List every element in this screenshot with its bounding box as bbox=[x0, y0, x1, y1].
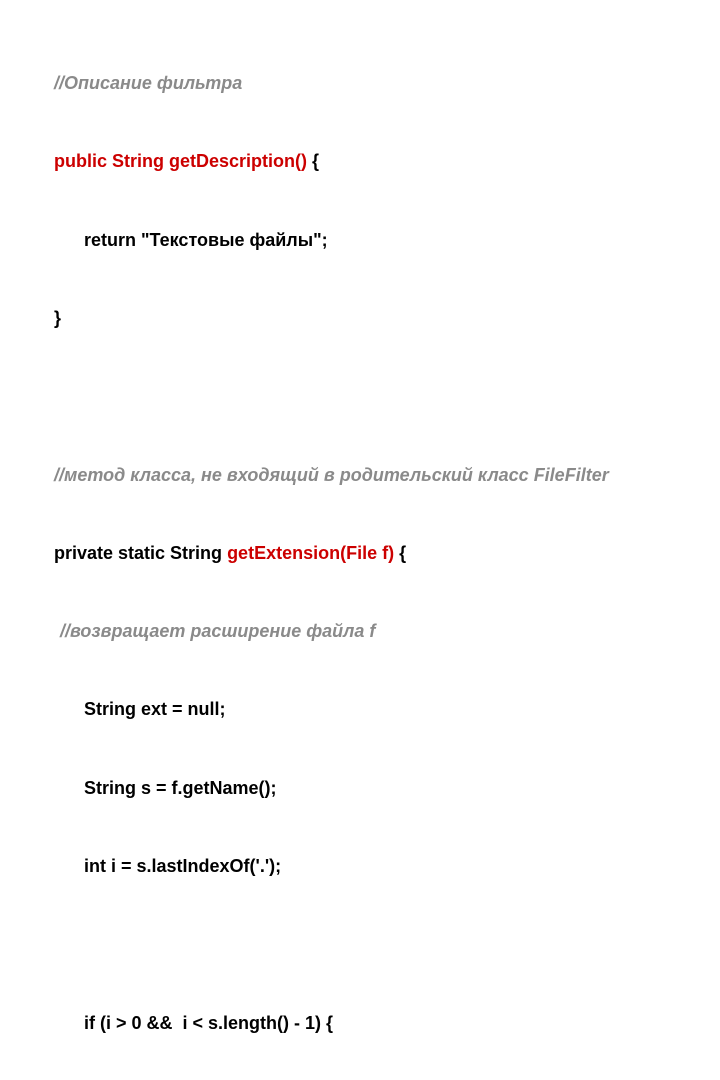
code-text: String s = f.getName(); bbox=[84, 778, 277, 798]
code-text: int i = s.lastIndexOf('.'); bbox=[84, 856, 281, 876]
method-name: getExtension(File f) bbox=[227, 543, 394, 563]
brace: } bbox=[54, 308, 61, 328]
keyword: private static String bbox=[54, 543, 227, 563]
comment-line: //возвращает расширение файла f bbox=[60, 621, 375, 641]
comment-line: //Описание фильтра bbox=[54, 73, 242, 93]
string-literal: "Текстовые файлы"; bbox=[141, 230, 328, 250]
comment-line: //метод класса, не входящий в родительск… bbox=[54, 465, 609, 485]
code-text: { bbox=[307, 151, 319, 171]
code-text: if (i > 0 && i < s.length() - 1) { bbox=[84, 1013, 333, 1033]
method-name: getDescription() bbox=[169, 151, 307, 171]
code-text: return bbox=[84, 230, 141, 250]
keyword: public String bbox=[54, 151, 169, 171]
code-text: { bbox=[394, 543, 406, 563]
code-text: String ext = null; bbox=[84, 699, 226, 719]
code-block: //Описание фильтра public String getDesc… bbox=[0, 18, 720, 1080]
